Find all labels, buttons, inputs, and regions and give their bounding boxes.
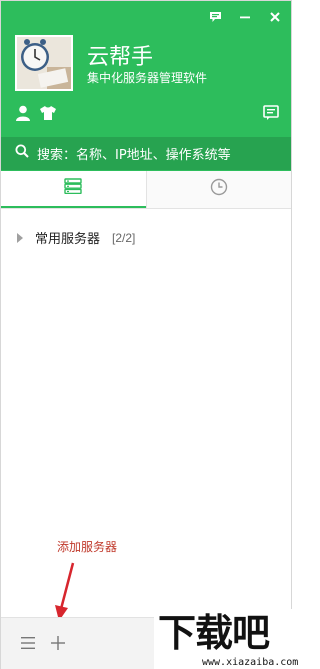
app-window: 云帮手 集中化服务器管理软件 搜索：名称、IP地址、操作系统等 常用服务器 [2…	[0, 0, 298, 669]
minimize-icon[interactable]	[237, 9, 253, 25]
user-toolbar	[15, 105, 57, 126]
add-icon	[51, 636, 65, 650]
annotation-text: 添加服务器	[57, 540, 118, 554]
app-title: 云帮手	[87, 45, 154, 70]
tree-group-count: [2/2]	[112, 230, 136, 245]
history-clock-icon	[210, 178, 228, 201]
watermark-logo: 下载吧	[158, 611, 270, 655]
avatar[interactable]	[15, 35, 73, 91]
expand-arrow-icon[interactable]	[17, 232, 23, 243]
close-icon[interactable]	[267, 9, 283, 25]
message-icon[interactable]	[263, 105, 279, 126]
skin-icon[interactable]	[39, 105, 57, 126]
tree-group-common-servers[interactable]: 常用服务器 [2/2]	[17, 228, 135, 247]
tab-bar	[1, 171, 291, 209]
watermark: 下载吧 www.xiazaiba.com	[154, 609, 298, 669]
header: 云帮手 集中化服务器管理软件 搜索：名称、IP地址、操作系统等	[1, 1, 291, 171]
annotation-arrow-icon	[55, 562, 75, 621]
tab-history[interactable]	[145, 171, 291, 208]
server-list-icon	[64, 178, 82, 199]
watermark-url: www.xiazaiba.com	[202, 657, 299, 668]
search-icon	[15, 144, 29, 163]
search-input[interactable]: 搜索：名称、IP地址、操作系统等	[1, 137, 291, 170]
window-controls	[207, 9, 283, 25]
menu-icon[interactable]	[15, 630, 41, 656]
search-placeholder: 搜索：名称、IP地址、操作系统等	[37, 148, 231, 163]
feedback-icon[interactable]	[207, 9, 223, 25]
user-icon[interactable]	[15, 105, 31, 126]
app-subtitle: 集中化服务器管理软件	[87, 71, 208, 85]
tab-server-list[interactable]	[1, 171, 146, 208]
add-server-button[interactable]	[45, 630, 71, 656]
tree-group-label: 常用服务器	[35, 232, 101, 247]
